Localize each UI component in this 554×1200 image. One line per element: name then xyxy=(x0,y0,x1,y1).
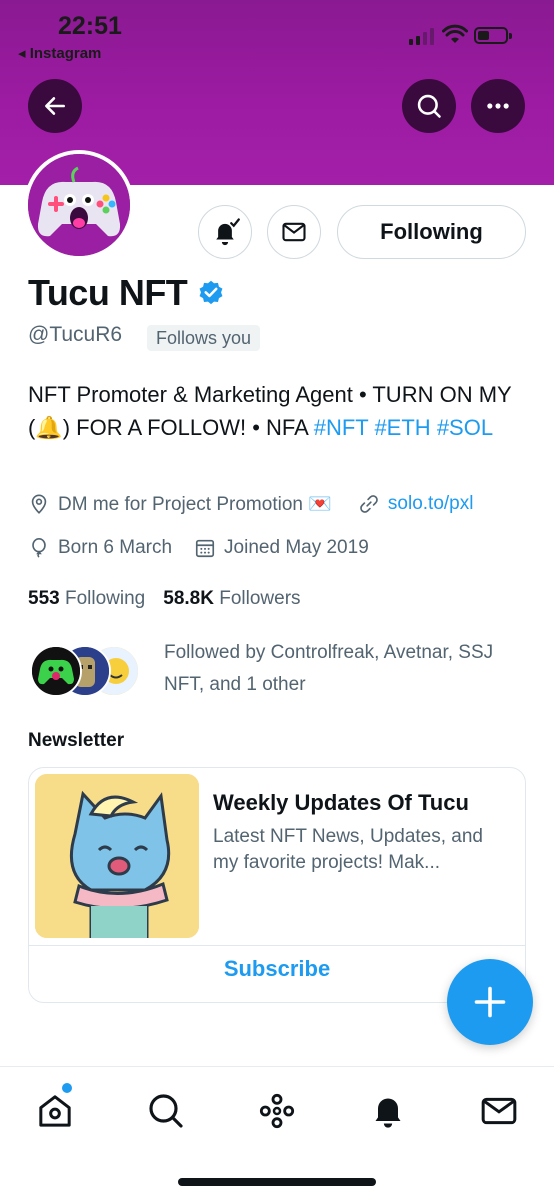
game-controller-mascot-icon xyxy=(28,154,130,256)
divider xyxy=(29,945,525,946)
follow-counts: 553 Following 58.8K Followers xyxy=(28,588,301,610)
followers-count-link[interactable]: 58.8K Followers xyxy=(163,588,300,610)
battery-icon xyxy=(474,27,512,44)
birthday-text: Born 6 March xyxy=(58,537,173,558)
search-icon xyxy=(149,1094,183,1128)
mutual-followers-avatars[interactable] xyxy=(30,645,140,697)
subscribe-button[interactable]: Subscribe xyxy=(29,956,525,982)
mail-icon xyxy=(282,222,306,242)
bell-check-icon xyxy=(216,218,240,246)
website-link[interactable]: solo.to/pxl xyxy=(388,493,474,515)
notifications-toggle-button[interactable] xyxy=(198,205,252,259)
tab-home[interactable] xyxy=(33,1089,77,1133)
link-icon xyxy=(360,495,378,513)
location-text: DM me for Project Promotion 💌 xyxy=(58,494,332,515)
following-count: 553 xyxy=(28,588,60,609)
newsletter-section-title: Newsletter xyxy=(28,730,125,751)
wifi-icon xyxy=(442,24,468,43)
spaces-icon xyxy=(259,1093,295,1129)
calendar-icon xyxy=(195,539,215,558)
location-pin-icon xyxy=(31,494,47,514)
following-count-link[interactable]: 553 Following xyxy=(28,588,145,610)
tab-search[interactable] xyxy=(144,1089,188,1133)
newsletter-description: Latest NFT News, Updates, and my favorit… xyxy=(213,826,483,873)
arrow-left-icon xyxy=(45,97,65,115)
search-button[interactable] xyxy=(402,79,456,133)
profile-bio: NFT Promoter & Marketing Agent • TURN ON… xyxy=(28,378,528,444)
back-button[interactable] xyxy=(28,79,82,133)
mail-icon xyxy=(481,1097,517,1125)
profile-avatar[interactable] xyxy=(24,150,134,260)
followed-by-text[interactable]: Followed by Controlfreak, Avetnar, SSJ N… xyxy=(164,637,524,701)
more-horizontal-icon xyxy=(487,103,509,109)
tab-spaces[interactable] xyxy=(255,1089,299,1133)
hashtag-link[interactable]: #NFT xyxy=(314,415,369,440)
followers-count: 58.8K xyxy=(163,588,214,609)
following-count-label: Following xyxy=(64,588,146,609)
home-icon xyxy=(39,1095,71,1127)
message-button[interactable] xyxy=(267,205,321,259)
more-options-button[interactable] xyxy=(471,79,525,133)
joined-text: Joined May 2019 xyxy=(224,537,369,558)
plus-icon xyxy=(474,986,506,1018)
search-icon xyxy=(417,94,441,118)
avatar xyxy=(30,645,82,697)
newsletter-card[interactable]: Weekly Updates Of Tucu Latest NFT News, … xyxy=(28,767,526,1003)
profile-meta-dates: Born 6 March Joined May 2019 xyxy=(28,537,369,559)
tab-messages[interactable] xyxy=(477,1089,521,1133)
display-name: Tucu NFT xyxy=(28,272,188,313)
cat-with-scarf-illustration-icon xyxy=(35,774,199,938)
tab-notifications[interactable] xyxy=(366,1089,410,1133)
hashtag-link[interactable]: #SOL xyxy=(437,415,493,440)
bell-icon xyxy=(375,1098,401,1128)
profile-handle: @TucuR6 xyxy=(28,323,123,346)
green-controller-avatar-icon xyxy=(32,647,80,695)
home-indicator xyxy=(178,1178,376,1186)
newsletter-image xyxy=(35,774,199,938)
cellular-signal-icon xyxy=(409,27,434,45)
following-button[interactable]: Following xyxy=(337,205,526,259)
followers-count-label: Followers xyxy=(219,588,301,609)
follows-you-badge: Follows you xyxy=(147,325,261,351)
verified-badge-icon xyxy=(199,280,223,305)
balloon-icon xyxy=(32,538,46,558)
newsletter-title: Weekly Updates Of Tucu xyxy=(213,790,469,815)
home-notification-dot xyxy=(62,1083,72,1093)
hashtag-link[interactable]: #ETH xyxy=(374,415,430,440)
back-to-app-link[interactable]: ◂ Instagram xyxy=(18,44,101,62)
profile-meta-location-website: DM me for Project Promotion 💌 solo.to/px… xyxy=(28,492,473,516)
compose-tweet-button[interactable] xyxy=(447,959,533,1045)
profile-name-row: Tucu NFT xyxy=(28,272,225,314)
status-time: 22:51 xyxy=(58,12,122,40)
